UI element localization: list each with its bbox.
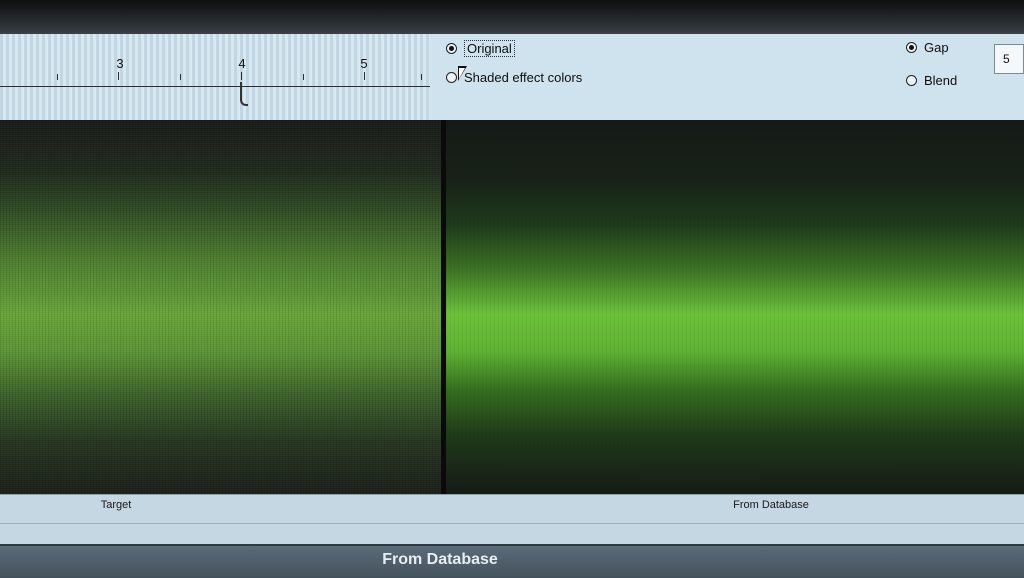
radio-blend-button[interactable] bbox=[906, 75, 917, 86]
window-title-bar bbox=[0, 0, 1024, 34]
radio-gap[interactable]: Gap bbox=[906, 40, 949, 55]
ruler-tick bbox=[364, 72, 365, 80]
ruler-tick bbox=[57, 74, 58, 80]
ruler-tick bbox=[421, 74, 422, 80]
radio-original-label: Original bbox=[464, 40, 515, 57]
mouse-pointer-icon bbox=[458, 66, 467, 81]
database-image bbox=[446, 120, 1024, 494]
radio-gap-button[interactable] bbox=[906, 42, 917, 53]
status-title: From Database bbox=[382, 551, 498, 568]
gap-value-field[interactable]: 5 bbox=[994, 44, 1024, 74]
ruler-tick bbox=[180, 74, 181, 80]
caption-target: Target bbox=[100, 499, 132, 511]
radio-blend-label: Blend bbox=[924, 73, 958, 88]
options-panel: 3 4 5 Original Shaded effect colors Gap … bbox=[0, 34, 1024, 122]
ruler-track bbox=[0, 86, 430, 87]
radio-gap-label: Gap bbox=[924, 40, 949, 55]
radio-shaded-button[interactable] bbox=[446, 72, 457, 83]
zoom-ruler[interactable]: 3 4 5 bbox=[0, 34, 430, 120]
target-image bbox=[0, 120, 441, 494]
ruler-label-5: 5 bbox=[360, 56, 368, 71]
zoom-slider-thumb[interactable] bbox=[240, 82, 248, 106]
radio-blend[interactable]: Blend bbox=[906, 73, 957, 88]
ruler-tick bbox=[241, 72, 242, 80]
radio-original-button[interactable] bbox=[446, 43, 457, 54]
caption-from-database: From Database bbox=[733, 499, 809, 511]
caption-bar: Target From Database bbox=[0, 494, 1024, 545]
radio-original[interactable]: Original bbox=[446, 40, 515, 57]
status-bar: From Database bbox=[0, 544, 1024, 578]
ruler-label-4: 4 bbox=[238, 56, 246, 71]
radio-shaded-label: Shaded effect colors bbox=[464, 70, 583, 85]
ruler-tick bbox=[303, 74, 304, 80]
ruler-tick bbox=[118, 72, 119, 80]
ruler-label-3: 3 bbox=[116, 56, 124, 71]
